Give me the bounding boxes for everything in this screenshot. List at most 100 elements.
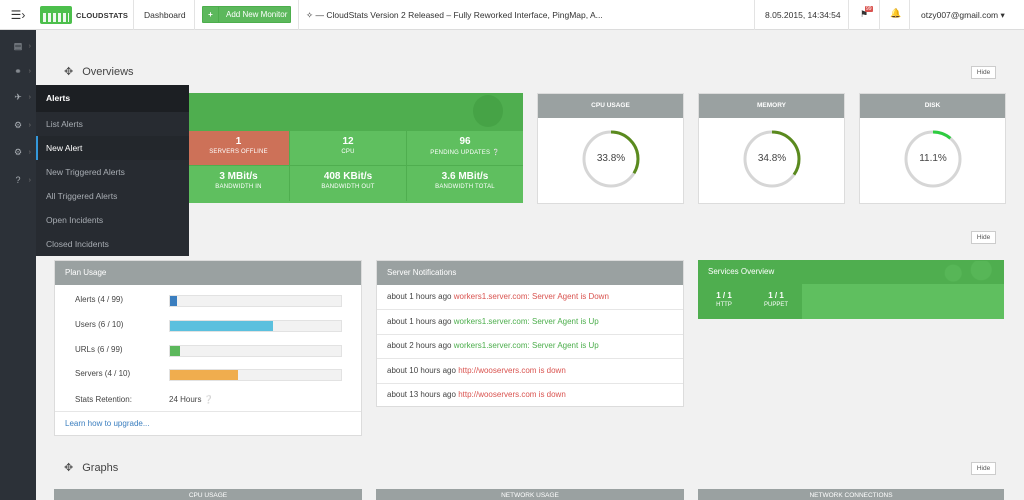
sidebar-item-settings[interactable]: ⚙ › bbox=[0, 140, 36, 164]
sidebar-item-alerts[interactable]: ✈ › bbox=[0, 85, 36, 109]
plan-row-users: Users (6 / 10) bbox=[75, 319, 365, 333]
notification-message[interactable]: http://wooservers.com is down bbox=[458, 366, 566, 375]
notification-item[interactable]: about 1 hours ago workers1.server.com: S… bbox=[377, 285, 683, 310]
plan-row-label: URLs (6 / 99) bbox=[75, 345, 123, 354]
plan-row-label: Servers (4 / 10) bbox=[75, 369, 131, 378]
stat-value: 12 bbox=[342, 136, 354, 147]
hide-overviews-button[interactable]: Hide bbox=[971, 66, 996, 79]
graphs-heading: ✥ Graphs bbox=[64, 461, 118, 475]
notification-message[interactable]: workers1.server.com: Server Agent is Up bbox=[454, 317, 599, 326]
retention-label: Stats Retention: bbox=[75, 395, 132, 404]
divider bbox=[909, 0, 910, 30]
dashboard-link[interactable]: Dashboard bbox=[144, 0, 186, 30]
service-label: PUPPET bbox=[763, 302, 788, 308]
stat-bandwidth-in[interactable]: 3 MBit/s BANDWIDTH IN bbox=[188, 166, 290, 201]
stats-retention: Stats Retention: 24 Hours ❔ bbox=[75, 395, 214, 404]
plan-row-label: Alerts (4 / 99) bbox=[75, 295, 124, 304]
stat-bandwidth-total[interactable]: 3.6 MBit/s BANDWIDTH TOTAL bbox=[407, 166, 523, 201]
gauge-value: 34.8% bbox=[757, 153, 787, 164]
alerts-flag-button[interactable]: ⚑ 99 bbox=[860, 6, 874, 21]
user-menu[interactable]: otzy007@gmail.com ▾ bbox=[921, 0, 1005, 30]
stat-cpu[interactable]: 12 CPU bbox=[290, 131, 407, 166]
progress-fill bbox=[170, 370, 239, 380]
sidebar-item-tools[interactable]: ⚙ › bbox=[0, 113, 36, 137]
question-circle-icon[interactable]: ❔ bbox=[204, 395, 214, 404]
stat-value: 3.6 MBit/s bbox=[441, 171, 489, 182]
graph-network-connections-header: NETWORK CONNECTIONS bbox=[698, 489, 1004, 500]
stat-pending-updates[interactable]: 96 PENDING UPDATES ❔ bbox=[407, 131, 523, 166]
top-bar: ☰› CLOUDSTATS Dashboard + Add New Monito… bbox=[0, 0, 1024, 30]
graph-network-usage-header: NETWORK USAGE bbox=[376, 489, 684, 500]
twitter-icon: ✧ bbox=[306, 10, 314, 20]
upgrade-link[interactable]: Learn how to upgrade... bbox=[55, 411, 361, 435]
sidebar-item-servers[interactable]: ▤ › bbox=[0, 34, 36, 58]
server-notifications-panel: Server Notifications about 1 hours ago w… bbox=[376, 260, 684, 407]
notification-message[interactable]: http://wooservers.com is down bbox=[458, 390, 566, 399]
gauge-title: CPU USAGE bbox=[538, 94, 683, 118]
menu-item-list-alerts[interactable]: List Alerts bbox=[36, 112, 189, 136]
brand-logo[interactable]: CLOUDSTATS bbox=[40, 4, 128, 26]
progress-bar bbox=[169, 295, 342, 307]
section-title: Overviews bbox=[82, 65, 134, 78]
menu-item-all-triggered-alerts[interactable]: All Triggered Alerts bbox=[36, 184, 189, 208]
service-value: 1 / 1 bbox=[768, 291, 784, 300]
sidebar-rail: ▤ › ⚭ › ✈ › ⚙ › ⚙ › ? › bbox=[0, 30, 36, 500]
gears-icon: ⚙ bbox=[13, 146, 23, 157]
sidebar-item-urls[interactable]: ⚭ › bbox=[0, 59, 36, 83]
stat-value: 1 bbox=[235, 136, 242, 147]
divider bbox=[754, 0, 755, 30]
notification-item[interactable]: about 2 hours ago workers1.server.com: S… bbox=[377, 334, 683, 359]
divider bbox=[194, 0, 195, 30]
hide-graphs-button[interactable]: Hide bbox=[971, 462, 996, 475]
user-email: otzy007@gmail.com bbox=[921, 10, 999, 20]
stat-value: 3 MBit/s bbox=[219, 171, 258, 182]
question-icon: ? bbox=[15, 175, 21, 185]
disk-gauge: DISK 11.1% bbox=[859, 93, 1006, 204]
gauge-value: 33.8% bbox=[596, 153, 626, 164]
notification-message[interactable]: workers1.server.com: Server Agent is Up bbox=[454, 341, 599, 350]
stat-label: BANDWIDTH IN bbox=[215, 184, 262, 190]
menu-toggle-icon[interactable]: ☰› bbox=[0, 0, 36, 30]
stat-label: SERVERS OFFLINE bbox=[209, 149, 268, 155]
divider bbox=[298, 0, 299, 30]
decorative-graphic bbox=[473, 95, 503, 127]
notification-item[interactable]: about 1 hours ago workers1.server.com: S… bbox=[377, 310, 683, 335]
menu-item-open-incidents[interactable]: Open Incidents bbox=[36, 208, 189, 232]
notification-item[interactable]: about 10 hours ago http://wooservers.com… bbox=[377, 359, 683, 384]
notification-time: about 13 hours ago bbox=[387, 390, 456, 399]
move-icon[interactable]: ✥ bbox=[64, 65, 73, 78]
notification-item[interactable]: about 13 hours ago http://wooservers.com… bbox=[377, 383, 683, 408]
megaphone-icon: ✈ bbox=[14, 91, 22, 102]
services-overview-panel: Services Overview 1 / 1 HTTP 1 / 1 PUPPE… bbox=[698, 260, 1004, 319]
move-icon[interactable]: ✥ bbox=[64, 461, 73, 474]
current-datetime: 8.05.2015, 14:34:54 bbox=[765, 10, 841, 20]
menu-item-new-alert[interactable]: New Alert bbox=[36, 136, 189, 160]
hide-panels-button[interactable]: Hide bbox=[971, 231, 996, 244]
stat-label: PENDING UPDATES bbox=[430, 150, 491, 156]
server-icon: ▤ bbox=[13, 40, 23, 51]
progress-bar bbox=[169, 345, 342, 357]
gauge-title: MEMORY bbox=[699, 94, 844, 118]
add-new-monitor-button[interactable]: + Add New Monitor bbox=[202, 6, 291, 23]
gauge-value: 11.1% bbox=[919, 153, 947, 164]
service-http[interactable]: 1 / 1 HTTP bbox=[698, 284, 750, 319]
progress-fill bbox=[170, 321, 273, 331]
alerts-flyout-menu: Alerts List Alerts New Alert New Trigger… bbox=[36, 85, 189, 256]
stat-bandwidth-out[interactable]: 408 KBit/s BANDWIDTH OUT bbox=[290, 166, 407, 201]
brand-name: CLOUDSTATS bbox=[76, 10, 129, 20]
stat-servers-offline[interactable]: 1 SERVERS OFFLINE bbox=[188, 131, 290, 166]
menu-item-new-triggered-alerts[interactable]: New Triggered Alerts bbox=[36, 160, 189, 184]
question-circle-icon[interactable]: ❔ bbox=[492, 150, 500, 156]
sidebar-item-help[interactable]: ? › bbox=[0, 168, 36, 192]
caret-down-icon: ▾ bbox=[1000, 10, 1005, 20]
news-ticker[interactable]: ✧ — CloudStats Version 2 Released – Full… bbox=[306, 0, 603, 30]
notification-time: about 2 hours ago bbox=[387, 341, 452, 350]
service-puppet[interactable]: 1 / 1 PUPPET bbox=[750, 284, 802, 319]
plus-icon: + bbox=[203, 7, 219, 22]
stat-label-row: PENDING UPDATES ❔ bbox=[407, 149, 523, 156]
notification-message[interactable]: workers1.server.com: Server Agent is Dow… bbox=[454, 292, 609, 301]
menu-item-closed-incidents[interactable]: Closed Incidents bbox=[36, 232, 189, 256]
alerts-count-badge: 99 bbox=[865, 6, 873, 12]
bell-icon[interactable]: 🔔 bbox=[890, 8, 901, 19]
stat-label: BANDWIDTH TOTAL bbox=[435, 184, 495, 190]
